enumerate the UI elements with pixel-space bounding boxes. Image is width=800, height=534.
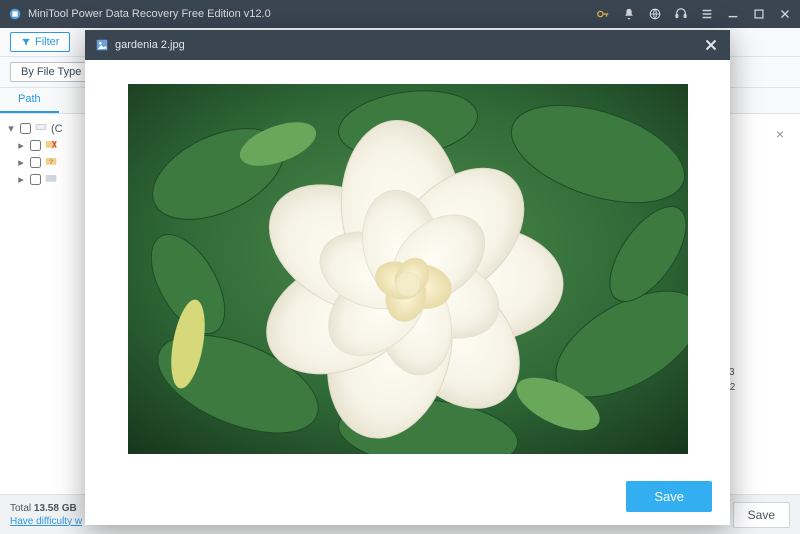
dialog-header: gardenia 2.jpg (85, 30, 730, 60)
image-file-icon (95, 38, 109, 52)
gardenia-image (128, 84, 688, 454)
dialog-close-icon[interactable] (702, 36, 720, 54)
app-window: MiniTool Power Data Recovery Free Editio… (0, 0, 800, 534)
modal-overlay: gardenia 2.jpg (0, 0, 800, 534)
save-button[interactable]: Save (626, 481, 712, 512)
dialog-title: gardenia 2.jpg (115, 39, 702, 51)
preview-dialog: gardenia 2.jpg (85, 30, 730, 525)
dialog-footer: Save (85, 467, 730, 525)
dialog-body (85, 60, 730, 467)
